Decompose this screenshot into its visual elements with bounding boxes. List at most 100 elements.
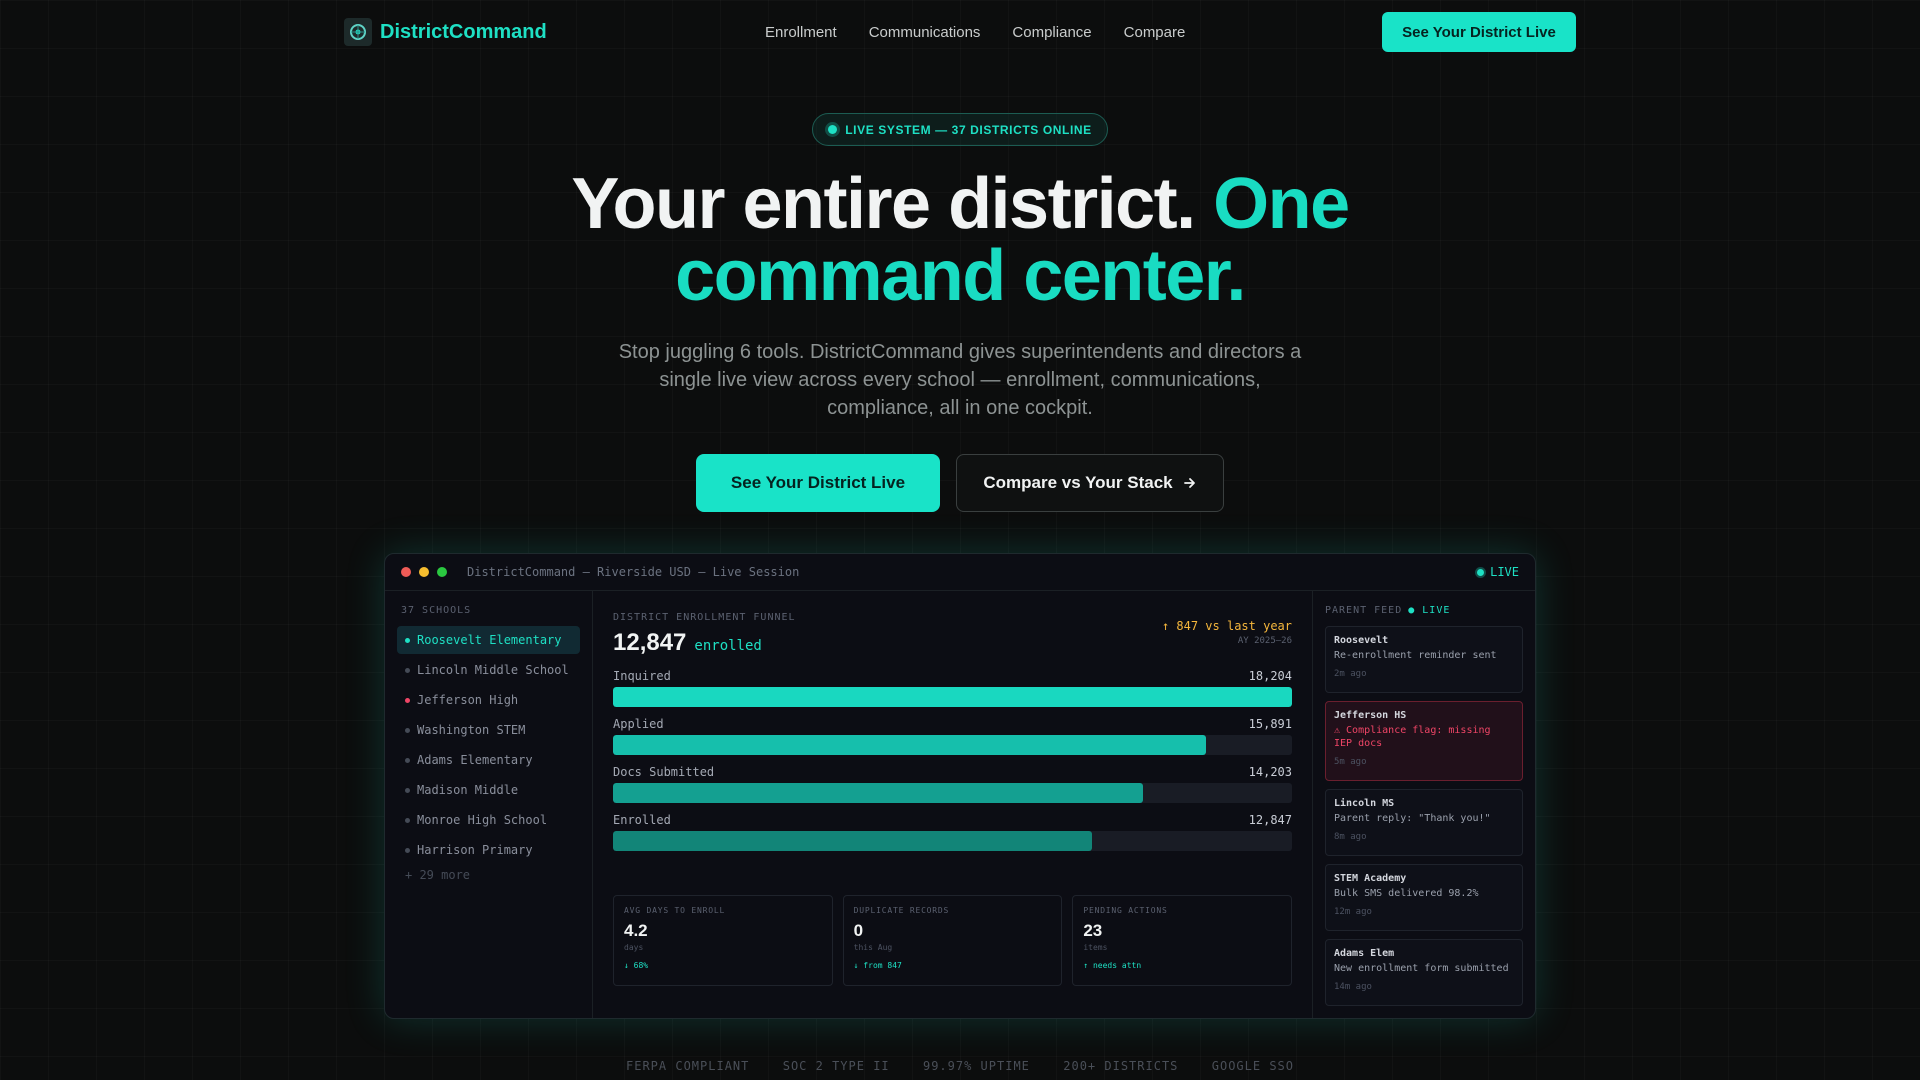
nav-cta-button[interactable]: See Your District Live <box>1382 12 1576 52</box>
funnel-stage: Docs Submitted 14,203 <box>613 765 1292 803</box>
nav-link-enrollment[interactable]: Enrollment <box>765 24 837 41</box>
enrollment-panel: DISTRICT ENROLLMENT FUNNEL 12,847 enroll… <box>593 591 1312 1018</box>
status-dot-icon <box>405 637 410 643</box>
hero-headline: Your entire district. One command center… <box>460 168 1460 312</box>
sidebar-item-school[interactable]: Washington STEM <box>397 716 580 744</box>
school-name: Harrison Primary <box>417 843 533 857</box>
stat-label: PENDING ACTIONS <box>1083 906 1168 915</box>
school-name: Lincoln Middle School <box>417 663 569 677</box>
live-dot-icon <box>828 125 838 134</box>
sidebar-item-school[interactable]: Adams Elementary <box>397 746 580 774</box>
top-nav: DistrictCommand Enrollment Communication… <box>344 12 1576 52</box>
stat-value: 23 <box>1083 921 1103 940</box>
trust-badge: SOC 2 TYPE II <box>782 1059 890 1073</box>
sidebar-item-school[interactable]: Harrison Primary <box>397 836 580 864</box>
window-titlebar: DistrictCommand — Riverside USD — Live S… <box>385 554 1535 591</box>
stat-value: 4.2 <box>624 921 648 940</box>
live-status-badge: LIVE SYSTEM — 37 DISTRICTS ONLINE <box>812 113 1108 146</box>
stat-label: AVG DAYS TO ENROLL <box>624 906 726 915</box>
status-dot-icon <box>405 667 410 673</box>
see-district-live-button[interactable]: See Your District Live <box>696 454 940 512</box>
nav-link-compare[interactable]: Compare <box>1124 24 1186 41</box>
feed-item-school: Lincoln MS <box>1334 798 1395 809</box>
status-dot-icon <box>405 697 410 703</box>
feed-item-time: 12m ago <box>1334 907 1372 917</box>
trust-badge: GOOGLE SSO <box>1211 1059 1294 1073</box>
headline-plain: Your entire district. <box>571 164 1196 244</box>
funnel-stage-value: 14,203 <box>1248 765 1292 779</box>
school-name: Roosevelt Elementary <box>417 633 562 647</box>
feed-item[interactable]: Jefferson HS ⚠ Compliance flag: missing I… <box>1325 701 1523 781</box>
compare-stack-button[interactable]: Compare vs Your Stack <box>956 454 1224 512</box>
sidebar-item-school[interactable]: Roosevelt Elementary <box>397 626 580 654</box>
window-title: DistrictCommand — Riverside USD — Live S… <box>467 565 800 579</box>
status-dot-icon <box>405 817 410 823</box>
feed-item-time: 2m ago <box>1334 669 1367 679</box>
funnel-stage-label: Enrolled <box>613 813 671 827</box>
more-schools-link[interactable]: + 29 more <box>397 868 580 882</box>
window-live-label: LIVE <box>1490 565 1519 579</box>
feed-item[interactable]: STEM Academy Bulk SMS delivered 98.2% 12m … <box>1325 864 1523 931</box>
stat-label: DUPLICATE RECORDS <box>853 906 950 915</box>
close-dot-icon <box>401 567 411 577</box>
feed-item-school: Adams Elem <box>1334 948 1395 959</box>
stat-trend: ↓ from 847 <box>853 961 902 970</box>
feed-item-message: Parent reply: "Thank you!" <box>1334 813 1491 824</box>
trust-badge: 99.97% UPTIME <box>922 1059 1030 1073</box>
trust-badges: FERPA COMPLIANT SOC 2 TYPE II 99.97% UPTIM… <box>626 1059 1294 1073</box>
stat-unit: items <box>1083 943 1108 952</box>
feed-live-label: ● LIVE <box>1408 605 1451 616</box>
minimize-dot-icon <box>419 567 429 577</box>
sidebar-item-school[interactable]: Monroe High School <box>397 806 580 834</box>
feed-heading: PARENT FEED ● LIVE <box>1325 605 1523 616</box>
funnel-bar-track <box>613 735 1292 755</box>
school-name: Adams Elementary <box>417 753 533 767</box>
funnel-stage-label: Inquired <box>613 669 671 683</box>
funnel-stage-value: 18,204 <box>1248 669 1292 683</box>
funnel-stage-value: 12,847 <box>1248 813 1292 827</box>
brand-logo[interactable]: DistrictCommand <box>344 18 547 46</box>
sidebar-item-school[interactable]: Jefferson High <box>397 686 580 714</box>
nav-link-compliance[interactable]: Compliance <box>1012 24 1091 41</box>
stat-value: 0 <box>853 921 864 940</box>
funnel-bar-fill <box>613 687 1292 707</box>
funnel-bar-track <box>613 831 1292 851</box>
trust-badge: FERPA COMPLIANT <box>626 1059 750 1073</box>
feed-item[interactable]: Lincoln MS Parent reply: "Thank you!" 8m a… <box>1325 789 1523 856</box>
funnel-stage-header: Enrolled 12,847 <box>613 813 1292 827</box>
schools-sidebar: 37 SCHOOLS Roosevelt Elementary Lincoln M… <box>385 591 593 1018</box>
district-logo-icon <box>344 18 372 46</box>
stat-trend: ↓ 68% <box>624 961 649 970</box>
academic-year: AY 2025–26 <box>1237 636 1292 646</box>
feed-item-time: 5m ago <box>1334 757 1367 767</box>
brand-name: DistrictCommand <box>380 20 547 43</box>
feed-title: PARENT FEED <box>1325 605 1403 616</box>
feed-item-message: Bulk SMS delivered 98.2% <box>1334 888 1479 899</box>
funnel-stage: Inquired 18,204 <box>613 669 1292 707</box>
nav-link-communications[interactable]: Communications <box>869 24 981 41</box>
funnel-bar-fill <box>613 783 1143 803</box>
stat-card: DUPLICATE RECORDS 0 this Aug ↓ from 847 <box>842 895 1063 986</box>
funnel-bar-track <box>613 783 1292 803</box>
school-name: Washington STEM <box>417 723 526 737</box>
feed-list: Roosevelt Re-enrollment reminder sent 2m a… <box>1325 626 1523 1006</box>
feed-item[interactable]: Roosevelt Re-enrollment reminder sent 2m a… <box>1325 626 1523 693</box>
sidebar-item-school[interactable]: Lincoln Middle School <box>397 656 580 684</box>
funnel-stage-header: Applied 15,891 <box>613 717 1292 731</box>
funnel-stage-value: 15,891 <box>1248 717 1292 731</box>
funnel-stage: Applied 15,891 <box>613 717 1292 755</box>
arrow-right-icon <box>1183 478 1195 488</box>
school-name: Madison Middle <box>417 783 519 797</box>
feed-item-school: STEM Academy <box>1334 873 1407 884</box>
status-dot-icon <box>405 847 410 853</box>
enrollment-funnel: Inquired 18,204 Applied 15,891 Docs Submitte… <box>613 669 1292 851</box>
feed-item[interactable]: Adams Elem New enrollment form submitted 1… <box>1325 939 1523 1006</box>
feed-item-time: 8m ago <box>1334 832 1367 842</box>
sidebar-item-school[interactable]: Madison Middle <box>397 776 580 804</box>
funnel-stage: Enrolled 12,847 <box>613 813 1292 851</box>
school-name: Monroe High School <box>417 813 548 827</box>
feed-item-school: Roosevelt <box>1334 635 1389 646</box>
feed-item-school: Jefferson HS <box>1334 710 1407 721</box>
trust-badge: 200+ DISTRICTS <box>1063 1059 1179 1073</box>
stat-card: AVG DAYS TO ENROLL 4.2 days ↓ 68% <box>613 895 833 986</box>
